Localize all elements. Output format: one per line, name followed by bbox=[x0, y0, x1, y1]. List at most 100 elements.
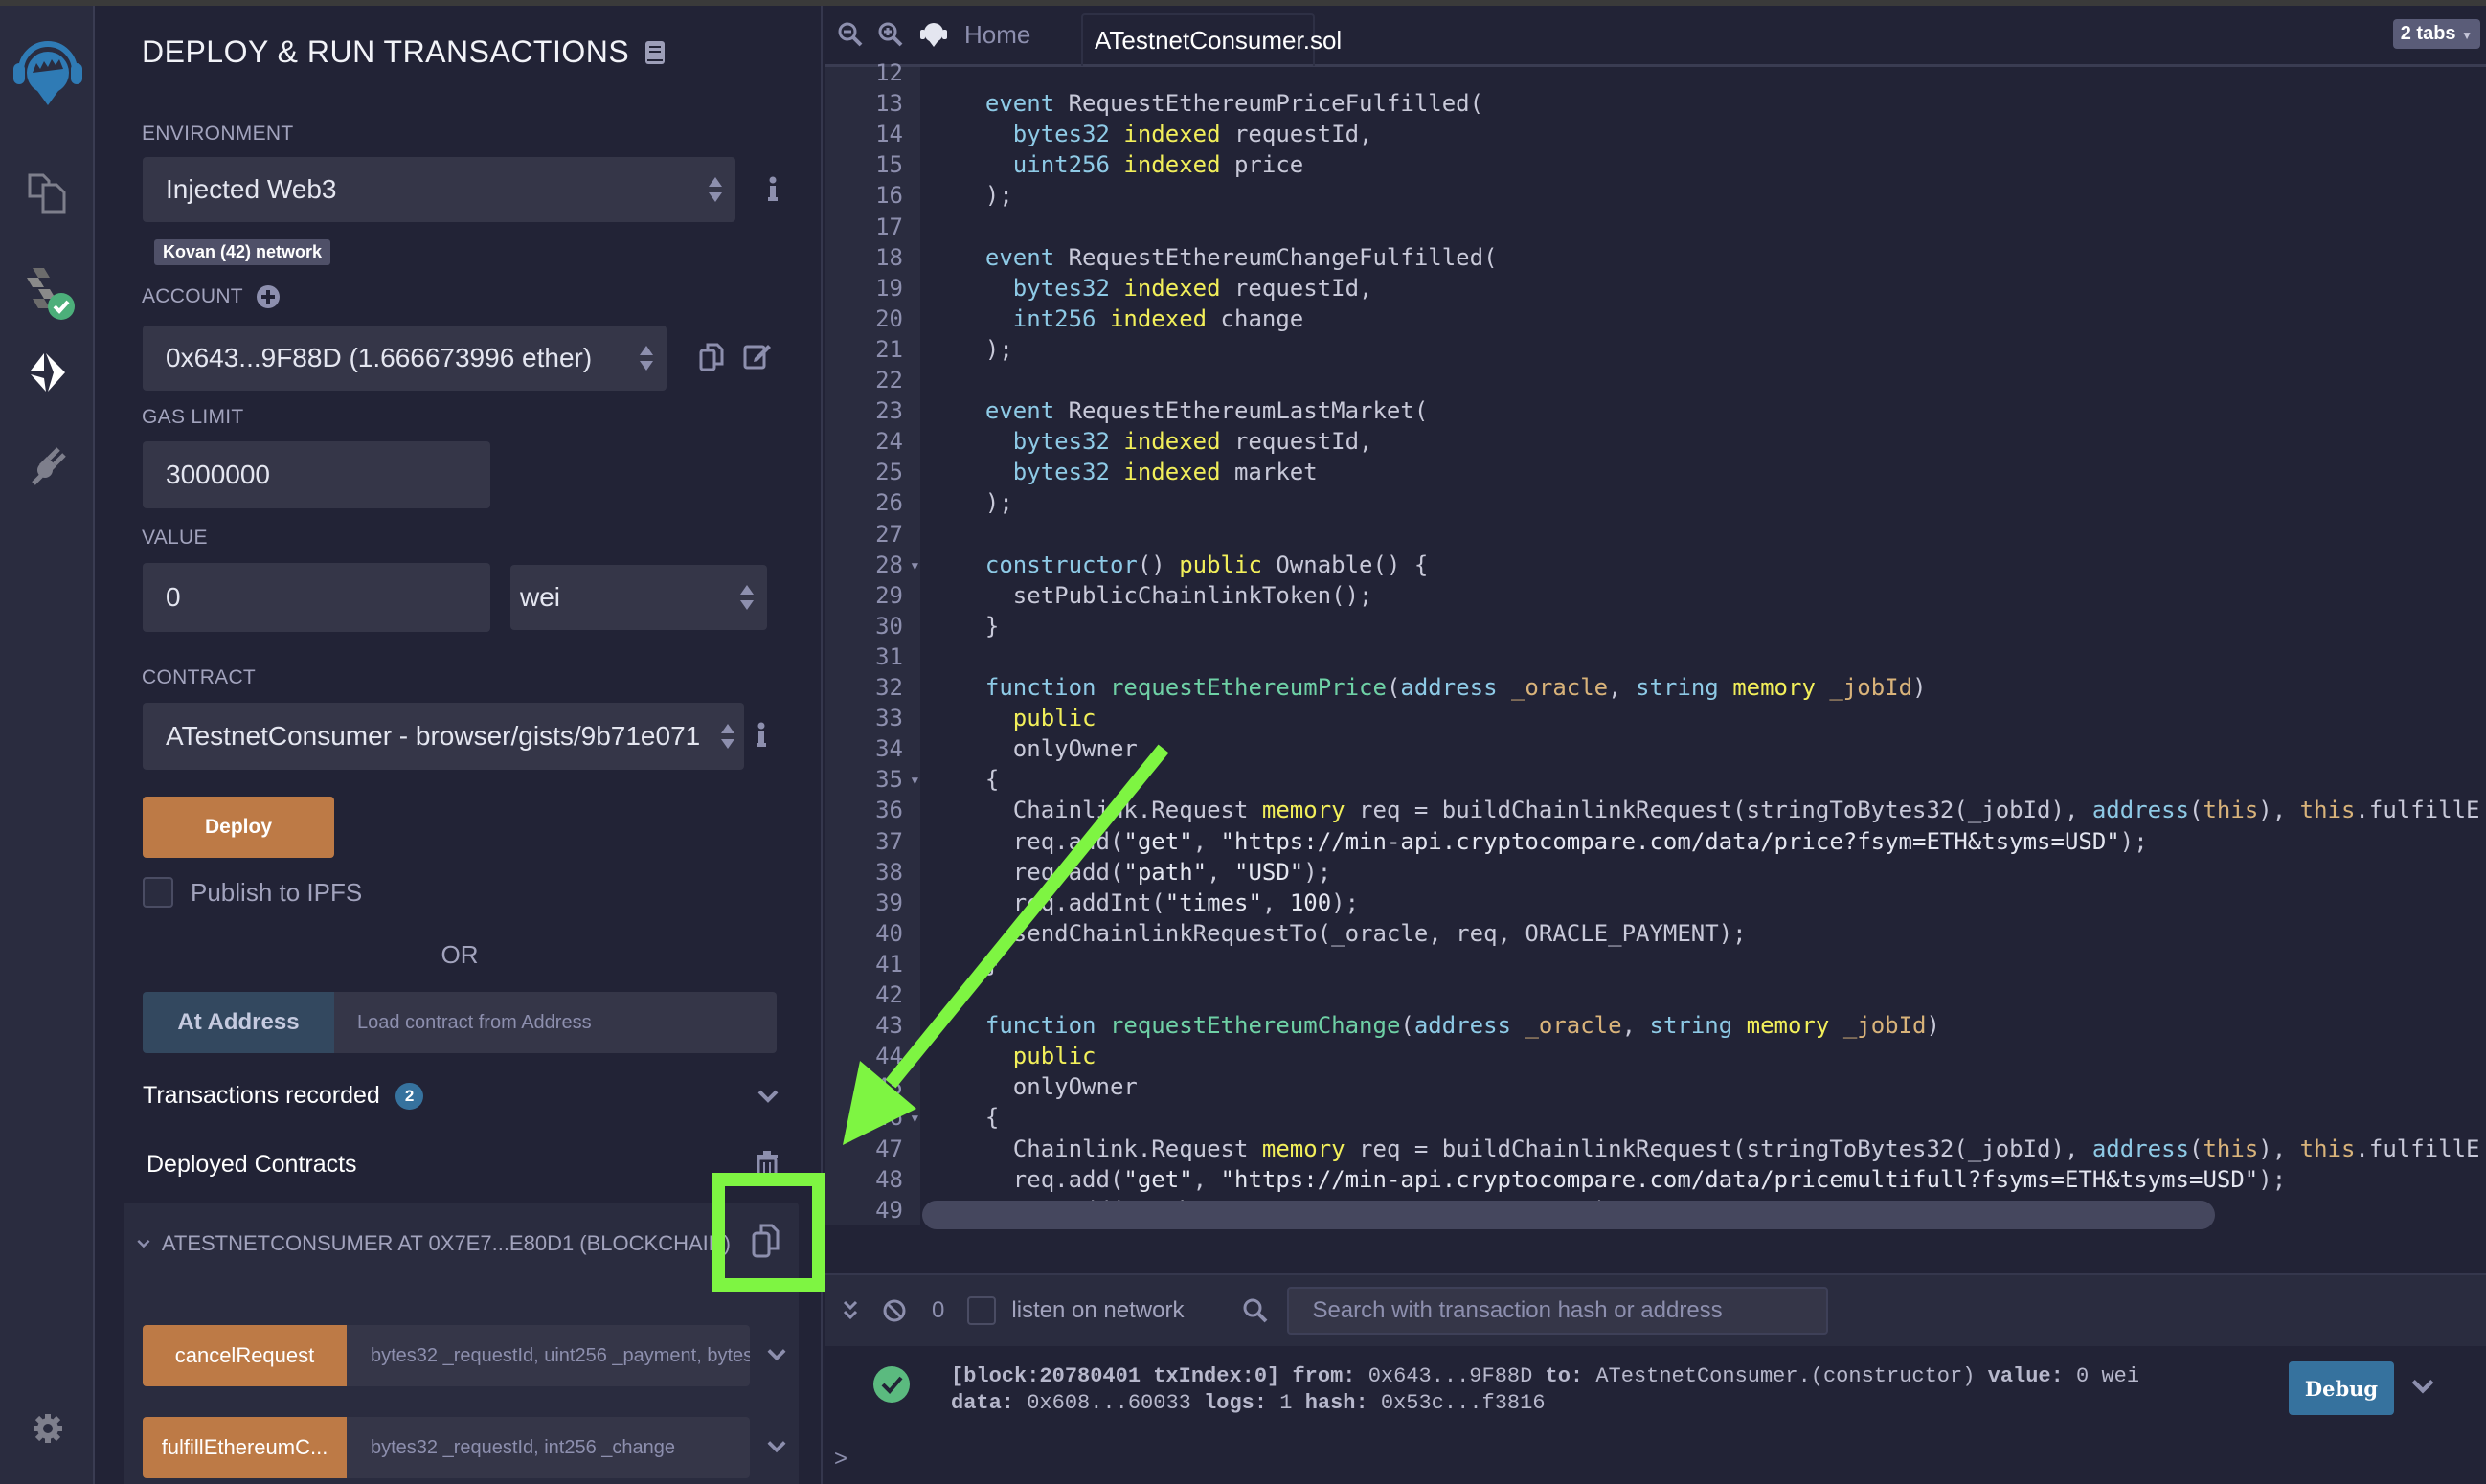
code-token: bytes32 bbox=[958, 428, 1124, 456]
code-token: ( bbox=[1400, 1012, 1414, 1040]
zoom-out-icon[interactable] bbox=[838, 22, 863, 47]
deploy-run-panel: DEPLOY & RUN TRANSACTIONS ENVIRONMENT In… bbox=[97, 6, 823, 1484]
code-token: RequestEthereumChangeFulfilled( bbox=[1068, 243, 1498, 271]
code-token: requestEthereumChange bbox=[1109, 1012, 1401, 1040]
contract-info-icon[interactable] bbox=[755, 722, 768, 749]
tabs-count-dropdown[interactable]: 2 tabs ▼ bbox=[2392, 19, 2480, 49]
contract-select[interactable]: ATestnetConsumer - browser/gists/9b71e07… bbox=[143, 703, 744, 770]
clear-console-icon[interactable] bbox=[882, 1298, 907, 1323]
log-to: ATestnetConsumer.(constructor) bbox=[1595, 1364, 1976, 1388]
code-token: setPublicChainlinkToken(); bbox=[958, 581, 1373, 609]
tab-home[interactable]: Home bbox=[825, 6, 1030, 63]
code-line: Chainlink.Request memory req = buildChai… bbox=[958, 797, 2480, 823]
environment-select-value: Injected Web3 bbox=[166, 174, 337, 204]
expand-log-chevron-icon[interactable] bbox=[2411, 1379, 2434, 1394]
fold-toggle-icon[interactable]: ▼ bbox=[912, 559, 918, 573]
caret-down-icon: ▼ bbox=[2461, 29, 2473, 42]
value-input[interactable]: 0 bbox=[143, 563, 490, 632]
code-line: bytes32 indexed requestId, bbox=[958, 121, 1373, 147]
code-token: bytes32 bbox=[958, 274, 1124, 302]
plugin-manager-icon[interactable] bbox=[0, 441, 95, 489]
instance-title: ATESTNETCONSUMER AT 0X7E7...E80D1 (BLOCK… bbox=[161, 1231, 731, 1255]
instance-header[interactable]: ATESTNETCONSUMER AT 0X7E7...E80D1 (BLOCK… bbox=[137, 1231, 731, 1256]
fold-toggle-icon[interactable]: ▼ bbox=[912, 774, 918, 787]
function-row: fulfillEthereumC... bytes32 _requestId, … bbox=[143, 1417, 750, 1478]
environment-info-icon[interactable] bbox=[766, 176, 780, 203]
gas-limit-input[interactable]: 3000000 bbox=[143, 441, 490, 508]
code-token: ) bbox=[1912, 674, 1927, 701]
line-number: 33 bbox=[875, 705, 903, 732]
zoom-in-icon[interactable] bbox=[878, 22, 903, 47]
at-address-input[interactable]: Load contract from Address bbox=[334, 992, 777, 1053]
code-line: onlyOwner bbox=[958, 1073, 1138, 1100]
tab-atestnetconsumer-sol[interactable]: ATestnetConsumer.sol bbox=[1081, 13, 1342, 66]
code-token: } bbox=[958, 612, 1000, 640]
environment-select[interactable]: Injected Web3 bbox=[143, 157, 735, 222]
log-hash-label: hash: bbox=[1304, 1391, 1368, 1415]
publish-ipfs-checkbox[interactable] bbox=[143, 877, 173, 908]
code-token: req.add( bbox=[958, 858, 1124, 886]
fold-toggle-icon[interactable]: ▼ bbox=[912, 1112, 918, 1125]
code-token: indexed bbox=[1123, 151, 1234, 179]
account-select[interactable]: 0x643...9F88D (1.666673996 ether) bbox=[143, 326, 667, 391]
line-number: 36 bbox=[875, 797, 903, 824]
code-token: string bbox=[1649, 1012, 1747, 1040]
code-token: ), bbox=[2258, 1135, 2300, 1162]
remix-logo-icon[interactable] bbox=[0, 34, 95, 111]
line-number: 22 bbox=[875, 367, 903, 393]
code-token: 100 bbox=[1289, 888, 1332, 916]
value-unit-select[interactable]: wei bbox=[510, 565, 767, 630]
code-token: indexed bbox=[1109, 304, 1221, 332]
clear-instances-trash-icon[interactable] bbox=[756, 1151, 779, 1180]
copy-address-icon[interactable] bbox=[699, 343, 724, 371]
expand-function-chevron-icon[interactable] bbox=[767, 1348, 786, 1361]
code-line: req.add("path", "USD"); bbox=[958, 859, 1331, 886]
code-token: ( bbox=[2189, 797, 2204, 824]
code-token: ); bbox=[2258, 1165, 2287, 1193]
code-token: ); bbox=[1331, 888, 1360, 916]
transactions-recorded-row[interactable]: Transactions recorded 2 bbox=[143, 1082, 424, 1110]
function-params-input[interactable]: bytes32 _requestId, int256 _change bbox=[347, 1417, 750, 1478]
line-number: 49 bbox=[875, 1196, 903, 1224]
debug-button[interactable]: Debug bbox=[2289, 1361, 2394, 1415]
solidity-compiler-icon[interactable] bbox=[0, 259, 95, 326]
deploy-button[interactable]: Deploy bbox=[143, 797, 334, 858]
expand-function-chevron-icon[interactable] bbox=[767, 1440, 786, 1453]
code-token: indexed bbox=[1123, 274, 1234, 302]
documentation-book-icon[interactable] bbox=[644, 40, 666, 65]
collapse-terminal-icon[interactable] bbox=[842, 1299, 859, 1322]
transaction-log-entry[interactable]: [block:20780401 txIndex:0] from: 0x643..… bbox=[951, 1363, 2139, 1417]
value-input-value: 0 bbox=[166, 582, 181, 612]
file-explorer-icon[interactable] bbox=[0, 169, 95, 216]
panel-title-text: DEPLOY & RUN TRANSACTIONS bbox=[142, 34, 630, 69]
function-row: cancelRequest bytes32 _requestId, uint25… bbox=[143, 1325, 750, 1386]
code-line: req.add("get", "https://min-api.cryptoco… bbox=[958, 1166, 2286, 1193]
horizontal-scrollbar[interactable] bbox=[922, 1201, 2215, 1229]
function-cancelrequest-button[interactable]: cancelRequest bbox=[143, 1325, 347, 1386]
sign-message-edit-icon[interactable] bbox=[743, 341, 772, 370]
code-token: event bbox=[958, 90, 1069, 118]
line-number: 17 bbox=[875, 213, 903, 240]
code-token: , bbox=[1192, 1165, 1221, 1193]
terminal-prompt[interactable]: > bbox=[834, 1446, 848, 1473]
add-account-plus-icon[interactable] bbox=[256, 285, 280, 308]
function-params-input[interactable]: bytes32 _requestId, uint256 _payment, by… bbox=[347, 1325, 750, 1386]
code-token: public bbox=[1179, 551, 1277, 578]
line-number: 31 bbox=[875, 642, 903, 670]
line-number: 35 ▼ bbox=[875, 766, 918, 794]
chevron-down-icon[interactable] bbox=[757, 1090, 779, 1103]
transaction-search-input[interactable]: Search with transaction hash or address bbox=[1287, 1287, 1829, 1335]
deploy-run-icon[interactable] bbox=[0, 349, 95, 396]
at-address-button[interactable]: At Address bbox=[143, 992, 334, 1053]
code-token: ); bbox=[2119, 827, 2148, 855]
code-token: int256 bbox=[958, 304, 1110, 332]
listen-on-network-checkbox[interactable] bbox=[967, 1296, 997, 1325]
code-token: } bbox=[958, 950, 1000, 978]
code-token: ); bbox=[958, 335, 1013, 363]
settings-gear-icon[interactable] bbox=[0, 1407, 95, 1450]
function-fulfillethereumchange-button[interactable]: fulfillEthereumC... bbox=[143, 1417, 347, 1478]
line-number: 18 bbox=[875, 243, 903, 271]
code-token: requestId, bbox=[1233, 428, 1373, 456]
code-line: { bbox=[958, 1104, 999, 1131]
copy-instance-address-icon[interactable] bbox=[752, 1224, 780, 1258]
